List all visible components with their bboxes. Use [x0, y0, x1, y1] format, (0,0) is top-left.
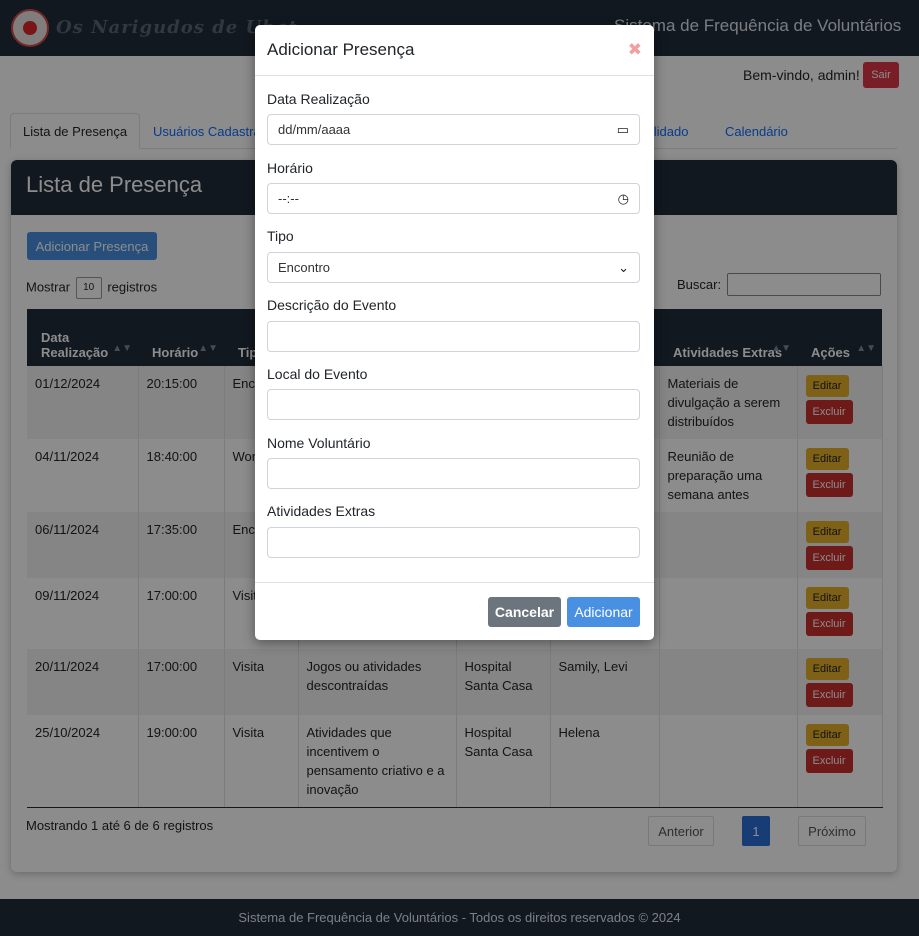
- desc-label: Descrição do Evento: [267, 297, 397, 313]
- date-label: Data Realização: [267, 91, 370, 107]
- chevron-down-icon: ⌄: [618, 259, 629, 275]
- time-placeholder: --:--: [278, 191, 299, 206]
- cancel-button[interactable]: Cancelar: [488, 597, 561, 627]
- volunteer-input[interactable]: [267, 458, 640, 489]
- submit-button[interactable]: Adicionar: [567, 597, 640, 627]
- calendar-icon[interactable]: ▭: [617, 122, 629, 138]
- local-input[interactable]: [267, 389, 640, 420]
- local-label: Local do Evento: [267, 366, 368, 382]
- modal-title: Adicionar Presença: [267, 40, 415, 59]
- volunteer-label: Nome Voluntário: [267, 435, 371, 451]
- type-select[interactable]: Encontro ⌄: [267, 252, 640, 283]
- type-label: Tipo: [267, 228, 294, 244]
- modal-header: Adicionar Presença ✖: [255, 25, 654, 76]
- modal-divider: [255, 582, 654, 583]
- date-placeholder: dd/mm/aaaa: [278, 122, 351, 137]
- desc-input[interactable]: [267, 321, 640, 352]
- extras-input[interactable]: [267, 527, 640, 558]
- clock-icon[interactable]: ◷: [618, 191, 629, 207]
- close-icon[interactable]: ✖: [628, 40, 642, 60]
- time-input[interactable]: --:-- ◷: [267, 183, 640, 214]
- date-input[interactable]: dd/mm/aaaa ▭: [267, 114, 640, 145]
- extras-label: Atividades Extras: [267, 503, 376, 519]
- type-selected-value: Encontro: [278, 260, 331, 275]
- add-presence-modal: Adicionar Presença ✖ Data Realização dd/…: [255, 25, 654, 640]
- time-label: Horário: [267, 160, 313, 176]
